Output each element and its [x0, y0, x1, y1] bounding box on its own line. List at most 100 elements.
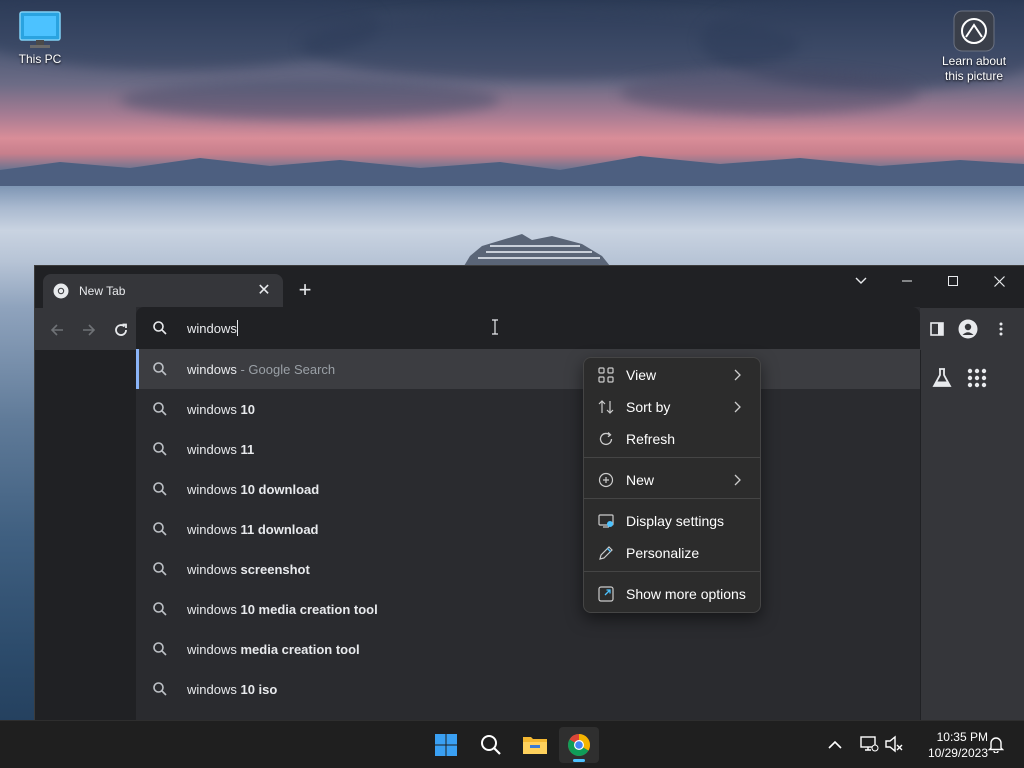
- forward-button[interactable]: [76, 317, 102, 343]
- bell-icon: [987, 737, 1005, 754]
- search-icon: [153, 602, 167, 616]
- context-menu-item-sort-by[interactable]: Sort by: [588, 392, 756, 422]
- context-menu-label: Show more options: [626, 586, 746, 602]
- volume-button[interactable]: [884, 735, 906, 755]
- suggestion-text: windows 11 download: [187, 522, 318, 537]
- omnibox-suggestion[interactable]: windows 10 media creation tool: [136, 589, 920, 629]
- camera-info-icon: [953, 10, 995, 52]
- show-hidden-icons-button[interactable]: [828, 737, 848, 753]
- tab-new-tab[interactable]: New Tab ✕: [43, 274, 283, 308]
- reload-button[interactable]: [108, 317, 134, 343]
- this-pc-desktop-icon[interactable]: This PC: [0, 10, 80, 67]
- suggestion-text: windows 10 media creation tool: [187, 602, 378, 617]
- omnibox-suggestion[interactable]: windows 11 download: [136, 509, 920, 549]
- apps-grid-icon: [967, 368, 987, 388]
- monitor-icon: [19, 11, 61, 48]
- google-apps-button[interactable]: [967, 368, 987, 388]
- context-menu-label: Personalize: [626, 545, 700, 561]
- side-panel-icon: [930, 322, 944, 336]
- chevron-right-icon: [734, 369, 741, 381]
- windows-logo-icon: [435, 734, 457, 756]
- suggestion-query: windows: [187, 681, 237, 697]
- profile-button[interactable]: [956, 317, 980, 341]
- suggestion-query: windows: [187, 481, 237, 497]
- suggestion-query: windows: [187, 641, 237, 657]
- suggestion-completion: 10 media creation tool: [236, 601, 378, 617]
- plus-circle-icon: [598, 472, 614, 488]
- context-menu-item-view[interactable]: View: [588, 360, 756, 390]
- search-icon: [153, 642, 167, 656]
- omnibox-input[interactable]: windows: [136, 307, 920, 349]
- omnibox-suggestion[interactable]: windows - Google Search: [136, 349, 920, 389]
- kebab-menu-icon: [999, 322, 1003, 336]
- suggestion-text: windows 11: [187, 442, 254, 457]
- shipwreck: [464, 234, 610, 266]
- context-menu-label: Sort by: [626, 399, 671, 415]
- speaker-muted-icon: [885, 735, 903, 753]
- search-icon: [153, 482, 167, 496]
- suggestion-query: windows: [187, 601, 237, 617]
- suggestion-text: windows screenshot: [187, 562, 310, 577]
- system-clock[interactable]: 10:35 PM 10/29/2023: [912, 729, 988, 761]
- chevron-down-icon: [855, 277, 867, 284]
- ntp-right-panel: [921, 350, 1024, 721]
- chrome-taskbar-button[interactable]: [559, 727, 599, 763]
- reload-icon: [115, 323, 127, 336]
- context-menu-separator: [584, 457, 760, 458]
- grid-icon: [598, 367, 614, 383]
- learn-about-picture-label: Learn about this picture: [941, 54, 1007, 83]
- suggestion-completion: 10 download: [236, 481, 320, 497]
- context-menu-item-personalize[interactable]: Personalize: [588, 538, 756, 568]
- network-status-button[interactable]: [859, 735, 881, 755]
- context-menu-item-new[interactable]: New: [588, 465, 756, 495]
- tab-search-button[interactable]: [838, 266, 884, 296]
- arrow-left-icon: [50, 324, 63, 336]
- suggestion-text: windows - Google Search: [187, 362, 335, 377]
- flask-icon: [932, 368, 952, 387]
- context-menu-item-display-settings[interactable]: Display settings: [588, 506, 756, 536]
- tab-close-icon[interactable]: ✕: [255, 282, 273, 300]
- suggestion-hint: - Google Search: [236, 361, 336, 377]
- taskbar-search-button[interactable]: [471, 727, 511, 763]
- omnibox-value: windows: [187, 321, 237, 336]
- suggestion-query: windows: [187, 561, 237, 577]
- minimize-button[interactable]: [884, 266, 930, 296]
- mountains: [0, 156, 1024, 186]
- expand-icon: [598, 586, 614, 602]
- new-tab-button[interactable]: +: [293, 278, 317, 302]
- context-menu-label: View: [626, 367, 657, 383]
- maximize-button[interactable]: [930, 266, 976, 296]
- chevron-up-icon: [828, 740, 842, 749]
- search-icon: [153, 362, 167, 376]
- labs-button[interactable]: [930, 366, 954, 390]
- search-icon: [153, 442, 167, 456]
- omnibox-suggestion[interactable]: windows 10 iso: [136, 669, 920, 709]
- menu-button[interactable]: [989, 317, 1013, 341]
- learn-about-picture-desktop-icon[interactable]: Learn about this picture: [934, 10, 1014, 84]
- chrome-favicon-icon: [53, 283, 69, 299]
- notifications-button[interactable]: [987, 735, 1006, 755]
- omnibox-suggestion[interactable]: windows 10 download: [136, 469, 920, 509]
- close-window-button[interactable]: [976, 266, 1022, 296]
- chevron-right-icon: [734, 401, 741, 413]
- back-button[interactable]: [44, 317, 70, 343]
- context-menu-label: New: [626, 472, 655, 488]
- omnibox-suggestion[interactable]: windows media creation tool: [136, 629, 920, 669]
- omnibox-suggestion[interactable]: windows 10: [136, 389, 920, 429]
- text-caret: [236, 320, 238, 336]
- suggestion-text: windows 10 iso: [187, 682, 277, 697]
- suggestion-completion: 10: [236, 401, 255, 417]
- search-icon: [153, 682, 167, 696]
- desktop-context-menu: View Sort by Refresh New Display settings Per…: [583, 357, 761, 613]
- file-explorer-button[interactable]: [515, 727, 555, 763]
- omnibox-suggestion[interactable]: windows 11: [136, 429, 920, 469]
- suggestion-completion: media creation tool: [236, 641, 360, 657]
- context-menu-label: Display settings: [626, 513, 725, 529]
- context-menu-item-refresh[interactable]: Refresh: [588, 424, 756, 454]
- context-menu-item-show-more-options[interactable]: Show more options: [588, 579, 756, 609]
- side-panel-button[interactable]: [925, 317, 949, 341]
- start-button[interactable]: [426, 727, 466, 763]
- suggestion-completion: 11: [236, 441, 255, 457]
- chevron-right-icon: [734, 474, 741, 486]
- omnibox-suggestion[interactable]: windows screenshot: [136, 549, 920, 589]
